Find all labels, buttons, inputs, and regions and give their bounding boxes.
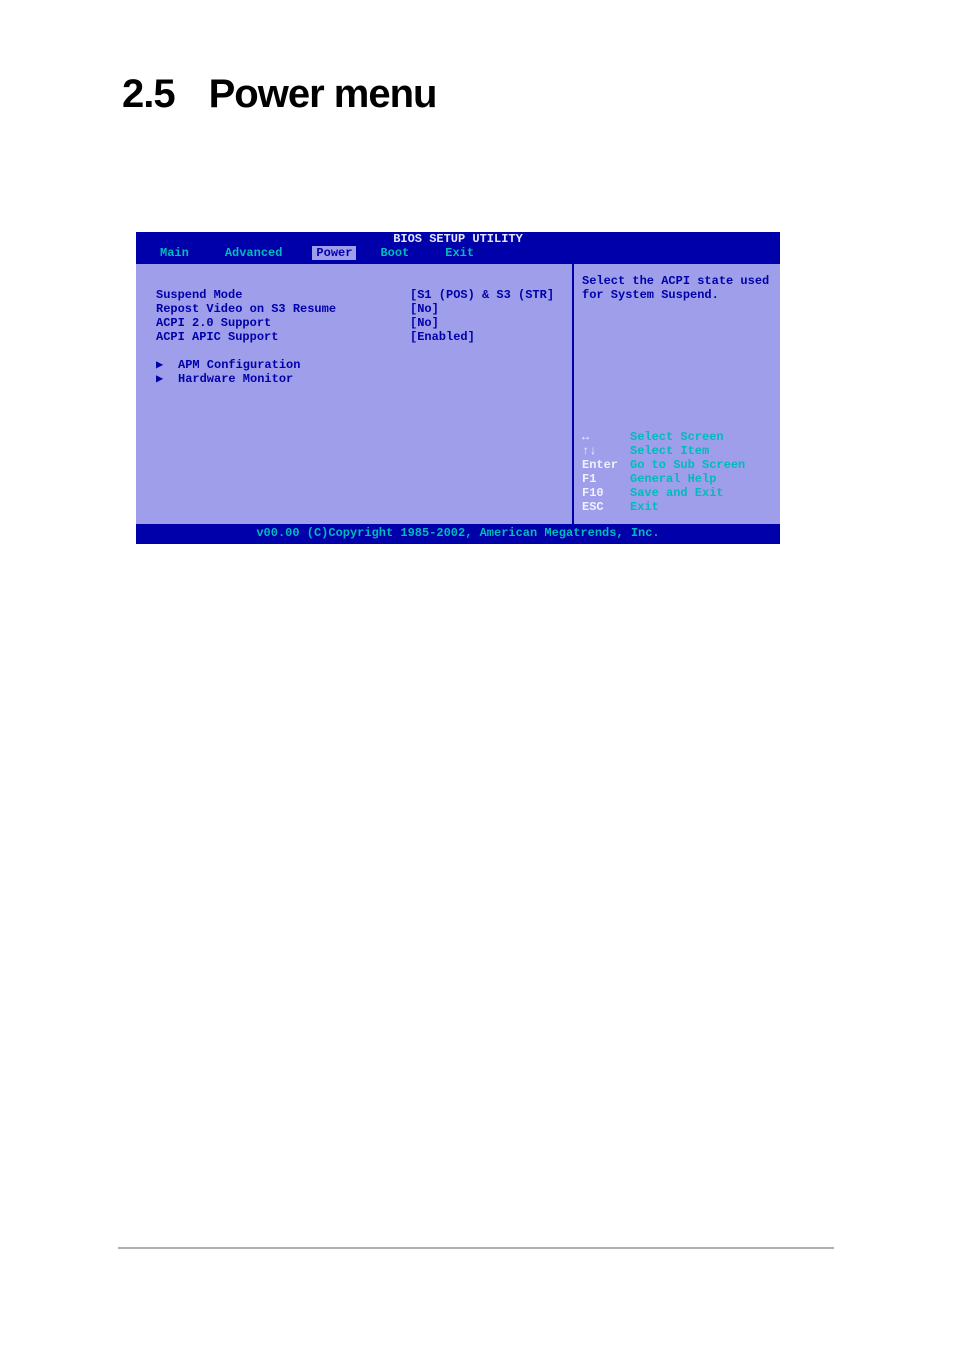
bios-right-pane: Select the ACPI state used for System Su… (574, 264, 780, 524)
bios-menubar: Main Advanced Power Boot Exit (136, 246, 780, 262)
key-desc: Exit (630, 500, 659, 514)
setting-value: [No] (410, 316, 439, 330)
page-heading: 2.5 Power menu (122, 72, 436, 117)
heading-number: 2.5 (122, 72, 175, 116)
bios-title: BIOS SETUP UTILITY (136, 232, 780, 246)
key-row: Enter Go to Sub Screen (582, 458, 772, 472)
submenu-label: APM Configuration (178, 358, 300, 372)
key-name: ↔ (582, 430, 630, 444)
setting-row[interactable]: ACPI 2.0 Support [No] (156, 316, 562, 330)
submenu-arrow-icon: ▶ (156, 372, 178, 386)
bios-body: Suspend Mode [S1 (POS) & S3 (STR] Repost… (136, 262, 780, 524)
setting-value: [S1 (POS) & S3 (STR] (410, 288, 554, 302)
key-desc: Go to Sub Screen (630, 458, 745, 472)
setting-value: [Enabled] (410, 330, 475, 344)
setting-row[interactable]: Suspend Mode [S1 (POS) & S3 (STR] (156, 288, 562, 302)
key-row: ↔ Select Screen (582, 430, 772, 444)
submenu-arrow-icon: ▶ (156, 358, 178, 372)
key-desc: General Help (630, 472, 716, 486)
setting-label: ACPI APIC Support (156, 330, 410, 344)
submenu-label: Hardware Monitor (178, 372, 293, 386)
heading-text: Power menu (209, 72, 437, 116)
key-name: ESC (582, 500, 630, 514)
menu-power[interactable]: Power (312, 246, 356, 260)
bios-key-legend: ↔ Select Screen ↑↓ Select Item Enter Go … (582, 430, 772, 514)
setting-value: [No] (410, 302, 439, 316)
setting-label: Suspend Mode (156, 288, 410, 302)
key-desc: Save and Exit (630, 486, 724, 500)
setting-label: Repost Video on S3 Resume (156, 302, 410, 316)
key-name: Enter (582, 458, 630, 472)
bios-left-pane: Suspend Mode [S1 (POS) & S3 (STR] Repost… (136, 264, 574, 524)
menu-main[interactable]: Main (136, 246, 201, 260)
menu-boot[interactable]: Boot (356, 246, 421, 260)
submenu-row[interactable]: ▶ Hardware Monitor (156, 372, 562, 386)
setting-row[interactable]: Repost Video on S3 Resume [No] (156, 302, 562, 316)
key-row: F10 Save and Exit (582, 486, 772, 500)
page-footer-rule (118, 1247, 834, 1249)
submenu-row[interactable]: ▶ APM Configuration (156, 358, 562, 372)
setting-row[interactable]: ACPI APIC Support [Enabled] (156, 330, 562, 344)
bios-help-text: Select the ACPI state used for System Su… (582, 274, 772, 302)
bios-footer: v00.00 (C)Copyright 1985-2002, American … (136, 524, 780, 544)
menu-exit[interactable]: Exit (421, 246, 486, 260)
setting-label: ACPI 2.0 Support (156, 316, 410, 330)
key-name: F1 (582, 472, 630, 486)
key-desc: Select Item (630, 444, 709, 458)
key-desc: Select Screen (630, 430, 724, 444)
key-row: ↑↓ Select Item (582, 444, 772, 458)
menu-advanced[interactable]: Advanced (201, 246, 295, 260)
bios-screenshot: BIOS SETUP UTILITY Main Advanced Power B… (136, 232, 780, 544)
key-row: F1 General Help (582, 472, 772, 486)
key-row: ESC Exit (582, 500, 772, 514)
key-name: ↑↓ (582, 444, 630, 458)
key-name: F10 (582, 486, 630, 500)
